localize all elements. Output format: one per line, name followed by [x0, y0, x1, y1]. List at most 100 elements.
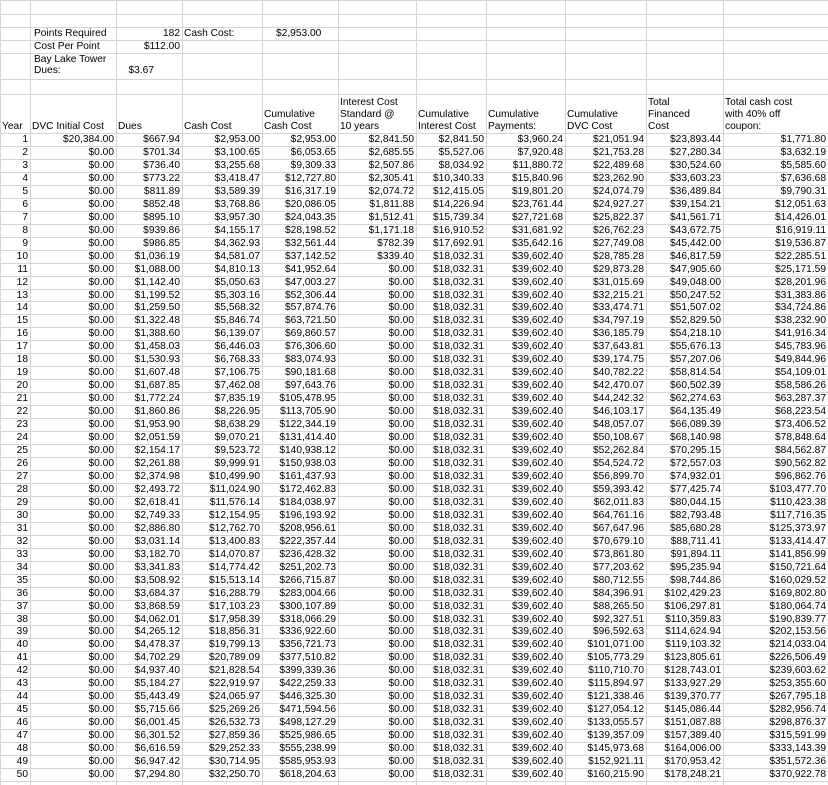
cell-total-financed[interactable]: $47,905.60 [646, 263, 723, 276]
cell-total-cash-coupon[interactable]: $239,603.62 [723, 664, 828, 677]
cell-dues[interactable]: $736.40 [116, 159, 182, 172]
cell-cum-dvc[interactable]: $64,761.16 [565, 509, 646, 522]
cell-cum-interest[interactable]: $18,032.31 [416, 289, 486, 302]
cell-cum-cash[interactable]: $300,107.89 [262, 600, 338, 613]
cell-year[interactable]: 5 [0, 185, 30, 198]
cell-interest[interactable]: $0.00 [338, 587, 416, 600]
cell-cum-cash[interactable]: $399,339.36 [262, 664, 338, 677]
cell-cash-cost[interactable]: $22,919.97 [182, 677, 262, 690]
cell-interest[interactable]: $0.00 [338, 638, 416, 651]
cell-cum-interest[interactable]: $18,032.31 [416, 340, 486, 353]
cell-dvc-initial[interactable]: $0.00 [30, 250, 116, 263]
cell-dues[interactable]: $1,259.50 [116, 301, 182, 314]
cell-cash-cost[interactable]: $3,957.30 [182, 211, 262, 224]
cell-dvc-initial[interactable]: $0.00 [30, 146, 116, 159]
cell-cum-dvc[interactable]: $50,108.67 [565, 431, 646, 444]
cell-cum-interest[interactable]: $18,032.31 [416, 703, 486, 716]
cell-year[interactable]: 26 [0, 457, 30, 470]
cell-dvc-initial[interactable]: $0.00 [30, 431, 116, 444]
cell-interest[interactable]: $0.00 [338, 690, 416, 703]
cell-dvc-initial[interactable]: $0.00 [30, 457, 116, 470]
cell-dvc-initial[interactable]: $0.00 [30, 470, 116, 483]
cell-cum-interest[interactable]: $18,032.31 [416, 444, 486, 457]
cell-total-financed[interactable]: $41,561.71 [646, 211, 723, 224]
cell-cum-interest[interactable]: $18,032.31 [416, 613, 486, 626]
cell-cum-dvc[interactable]: $23,262.90 [565, 172, 646, 185]
cell-cum-interest[interactable]: $18,032.31 [416, 250, 486, 263]
cell-interest[interactable]: $0.00 [338, 716, 416, 729]
cell-total-cash-coupon[interactable]: $28,201.96 [723, 276, 828, 289]
cell-cash-cost[interactable]: $30,714.95 [182, 755, 262, 768]
cell-cash-cost[interactable]: $9,999.91 [182, 457, 262, 470]
cell-cum-interest[interactable]: $18,032.31 [416, 742, 486, 755]
cell-total-cash-coupon[interactable]: $160,029.52 [723, 574, 828, 587]
cell-total-cash-coupon[interactable]: $34,724.86 [723, 301, 828, 314]
cell-total-cash-coupon[interactable]: $14,426.01 [723, 211, 828, 224]
cell-interest[interactable]: $0.00 [338, 574, 416, 587]
cell-cum-dvc[interactable]: $145,973.68 [565, 742, 646, 755]
cell-interest[interactable]: $1,171.18 [338, 224, 416, 237]
cell-dvc-initial[interactable]: $0.00 [30, 405, 116, 418]
cell-cash-cost[interactable]: $8,638.29 [182, 418, 262, 431]
cell-cum-dvc[interactable]: $40,782.22 [565, 366, 646, 379]
cell-cum-interest[interactable]: $8,034.92 [416, 159, 486, 172]
cell-cash-cost[interactable]: $3,768.86 [182, 198, 262, 211]
cell-cum-dvc[interactable]: $29,873.28 [565, 263, 646, 276]
cell-cum-interest[interactable]: $18,032.31 [416, 755, 486, 768]
cell-total-financed[interactable]: $43,672.75 [646, 224, 723, 237]
cell-cash-cost[interactable]: $11,576.14 [182, 496, 262, 509]
spreadsheet[interactable]: Points Required 182 Cash Cost: $2,953.00… [0, 0, 828, 785]
cell-cum-payments[interactable]: $39,602.40 [486, 392, 565, 405]
cell-total-financed[interactable]: $170,953.42 [646, 755, 723, 768]
cell-cum-interest[interactable]: $18,032.31 [416, 301, 486, 314]
cell-dvc-initial[interactable]: $0.00 [30, 613, 116, 626]
cell-year[interactable]: 48 [0, 742, 30, 755]
cell-cum-payments[interactable]: $39,602.40 [486, 470, 565, 483]
cell-cum-cash[interactable]: $63,721.50 [262, 314, 338, 327]
cell-total-financed[interactable]: $88,711.41 [646, 535, 723, 548]
cell-cum-interest[interactable]: $12,415.05 [416, 185, 486, 198]
cell-cum-cash[interactable]: $356,721.73 [262, 638, 338, 651]
cell-dvc-initial[interactable]: $20,384.00 [30, 133, 116, 146]
cell-year[interactable]: 31 [0, 522, 30, 535]
cell-cum-interest[interactable]: $16,910.52 [416, 224, 486, 237]
cell-year[interactable]: 1 [0, 133, 30, 146]
cell-total-cash-coupon[interactable]: $12,051.63 [723, 198, 828, 211]
cell-dvc-initial[interactable]: $0.00 [30, 703, 116, 716]
cell-dues[interactable]: $1,772.24 [116, 392, 182, 405]
cell-total-financed[interactable]: $164,006.00 [646, 742, 723, 755]
cell-cum-interest[interactable]: $10,340.33 [416, 172, 486, 185]
cell-cash-cost[interactable]: $3,418.47 [182, 172, 262, 185]
cell-year[interactable]: 28 [0, 483, 30, 496]
cell-interest[interactable]: $0.00 [338, 301, 416, 314]
cell-cash-cost[interactable]: $19,799.13 [182, 638, 262, 651]
cell-dvc-initial[interactable]: $0.00 [30, 755, 116, 768]
cell-cum-dvc[interactable]: $31,015.69 [565, 276, 646, 289]
cell-cum-payments[interactable]: $39,602.40 [486, 677, 565, 690]
cell-cash-cost[interactable]: $6,139.07 [182, 327, 262, 340]
cell-cum-dvc[interactable]: $54,524.72 [565, 457, 646, 470]
cell-cum-cash[interactable]: $28,198.52 [262, 224, 338, 237]
cash-cost-label[interactable]: Cash Cost: [182, 27, 262, 40]
cell-cash-cost[interactable]: $9,523.72 [182, 444, 262, 457]
cell-cum-interest[interactable]: $18,032.31 [416, 327, 486, 340]
cell-dvc-initial[interactable]: $0.00 [30, 561, 116, 574]
cell-cash-cost[interactable]: $5,568.32 [182, 301, 262, 314]
cell-total-cash-coupon[interactable]: $54,109.01 [723, 366, 828, 379]
cell-dues[interactable]: $3,508.92 [116, 574, 182, 587]
cell-cum-interest[interactable]: $18,032.31 [416, 600, 486, 613]
cell-total-cash-coupon[interactable]: $63,287.37 [723, 392, 828, 405]
cell-cum-interest[interactable]: $18,032.31 [416, 276, 486, 289]
cell-cum-interest[interactable]: $18,032.31 [416, 768, 486, 781]
cell-cum-payments[interactable]: $39,602.40 [486, 729, 565, 742]
cell-interest[interactable]: $0.00 [338, 729, 416, 742]
cell-dues[interactable]: $2,618.41 [116, 496, 182, 509]
cell-cash-cost[interactable]: $12,762.70 [182, 522, 262, 535]
cell-cum-payments[interactable]: $39,602.40 [486, 600, 565, 613]
cell-cum-cash[interactable]: $208,956.61 [262, 522, 338, 535]
cell-interest[interactable]: $0.00 [338, 742, 416, 755]
cell-cum-dvc[interactable]: $46,103.17 [565, 405, 646, 418]
cell-interest[interactable]: $0.00 [338, 418, 416, 431]
cell-dvc-initial[interactable]: $0.00 [30, 574, 116, 587]
cell-cum-cash[interactable]: $76,306.60 [262, 340, 338, 353]
